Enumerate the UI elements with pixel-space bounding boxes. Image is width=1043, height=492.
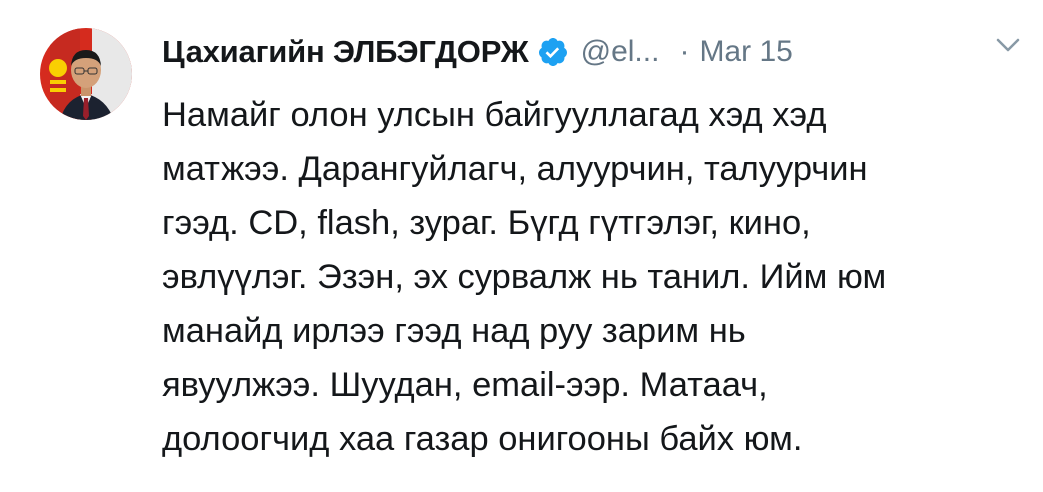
display-name[interactable]: Цахиагийн ЭЛБЭГДОРЖ (162, 34, 529, 70)
tweet-text-line: эвлүүлэг. Эзэн, эх сурвалж нь танил. Ийм… (162, 258, 887, 296)
tweet-header: Цахиагийн ЭЛБЭГДОРЖ @el... · Mar 15 (162, 30, 1023, 74)
tweet-text-line: долоогчид хаа газар онигооны байх юм. (162, 420, 803, 458)
avatar[interactable] (40, 28, 132, 120)
tweet-card: Цахиагийн ЭЛБЭГДОРЖ @el... · Mar 15 Нама… (0, 0, 1043, 492)
tweet-text-line: Намайг олон улсын байгууллагад хэд хэд (162, 96, 827, 134)
author-handle[interactable]: @el... (581, 35, 660, 69)
tweet-text-line: гээд. CD, flash, зураг. Бүгд гүтгэлэг, к… (162, 204, 811, 242)
tweet-text-line: явуулжээ. Шуудан, email-ээр. Матаач, (162, 366, 768, 404)
tweet-date[interactable]: Mar 15 (699, 35, 792, 69)
separator-dot: · (679, 35, 690, 68)
tweet-text-line: манайд ирлээ гээд над руу зарим нь (162, 312, 746, 350)
tweet-text-line: матжээ. Дарангуйлагч, алуурчин, талуурчи… (162, 150, 868, 188)
verified-badge-icon (537, 36, 569, 68)
tweet-text: Намайг олон улсын байгууллагад хэд хэд м… (162, 88, 1022, 466)
chevron-down-icon[interactable] (993, 36, 1023, 56)
